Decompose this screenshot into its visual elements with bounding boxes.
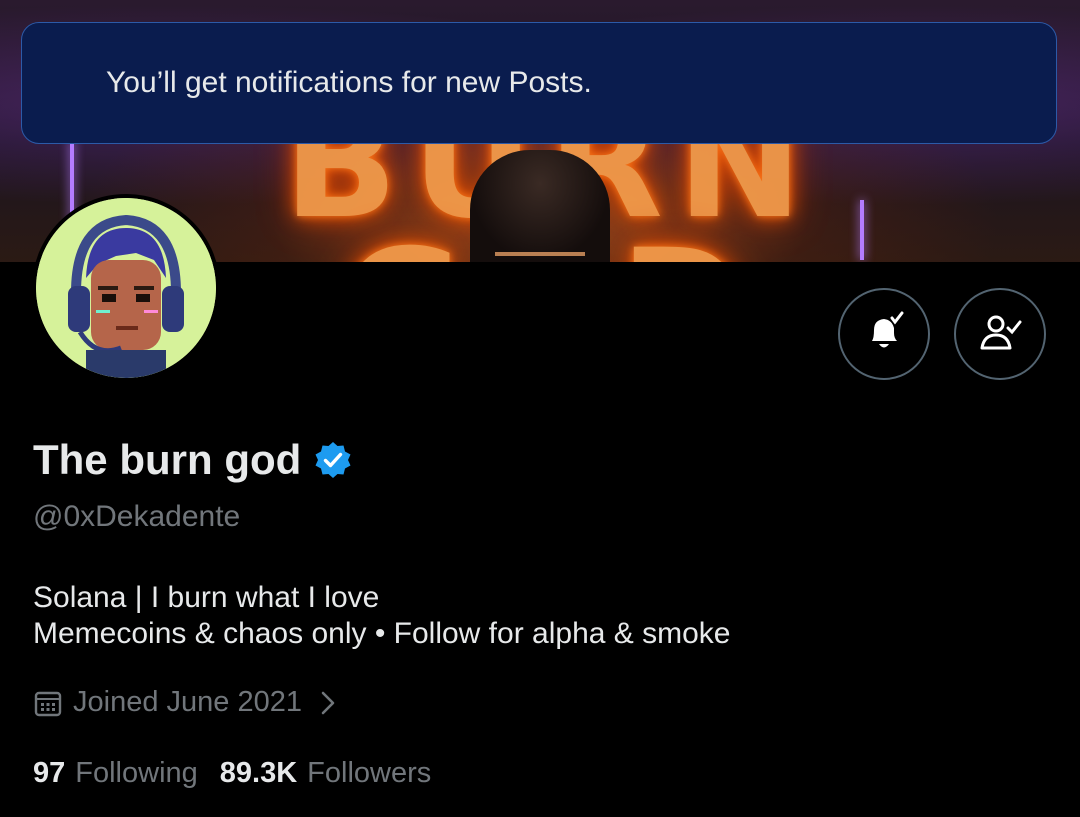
followers-link[interactable]: 89.3K Followers [220,757,431,790]
following-count: 97 [33,757,66,789]
follow-stats: 97 Following 89.3K Followers [33,757,431,790]
person-check-icon [980,315,1022,350]
notifications-button[interactable] [838,288,930,380]
banner-crown [495,222,585,256]
user-handle: @0xDekadente [33,500,241,533]
following-button[interactable] [954,288,1046,380]
followers-label: Followers [307,757,432,789]
bio-line-2: Memecoins & chaos only • Follow for alph… [33,617,731,650]
toast-message: You’ll get notifications for new Posts. [106,66,592,99]
notification-toast: You’ll get notifications for new Posts. [21,22,1057,144]
joined-date-row[interactable]: Joined June 2021 [33,686,338,719]
calendar-icon [34,691,62,716]
chevron-right-icon [321,691,335,714]
bio-line-1: Solana | I burn what I love [33,581,380,614]
followers-count: 89.3K [219,757,298,789]
following-label: Following [75,757,198,789]
verified-badge-icon[interactable] [313,440,353,480]
avatar-pixel-art [36,198,216,378]
bell-check-icon [872,311,904,348]
avatar-image [36,198,216,378]
bio: Solana | I burn what I love Memecoins & … [33,580,730,652]
joined-text: Joined June 2021 [73,686,302,718]
display-name-row: The burn god [33,436,353,484]
following-link[interactable]: 97 Following [33,757,198,790]
avatar[interactable] [32,194,220,382]
display-name: The burn god [33,436,302,483]
